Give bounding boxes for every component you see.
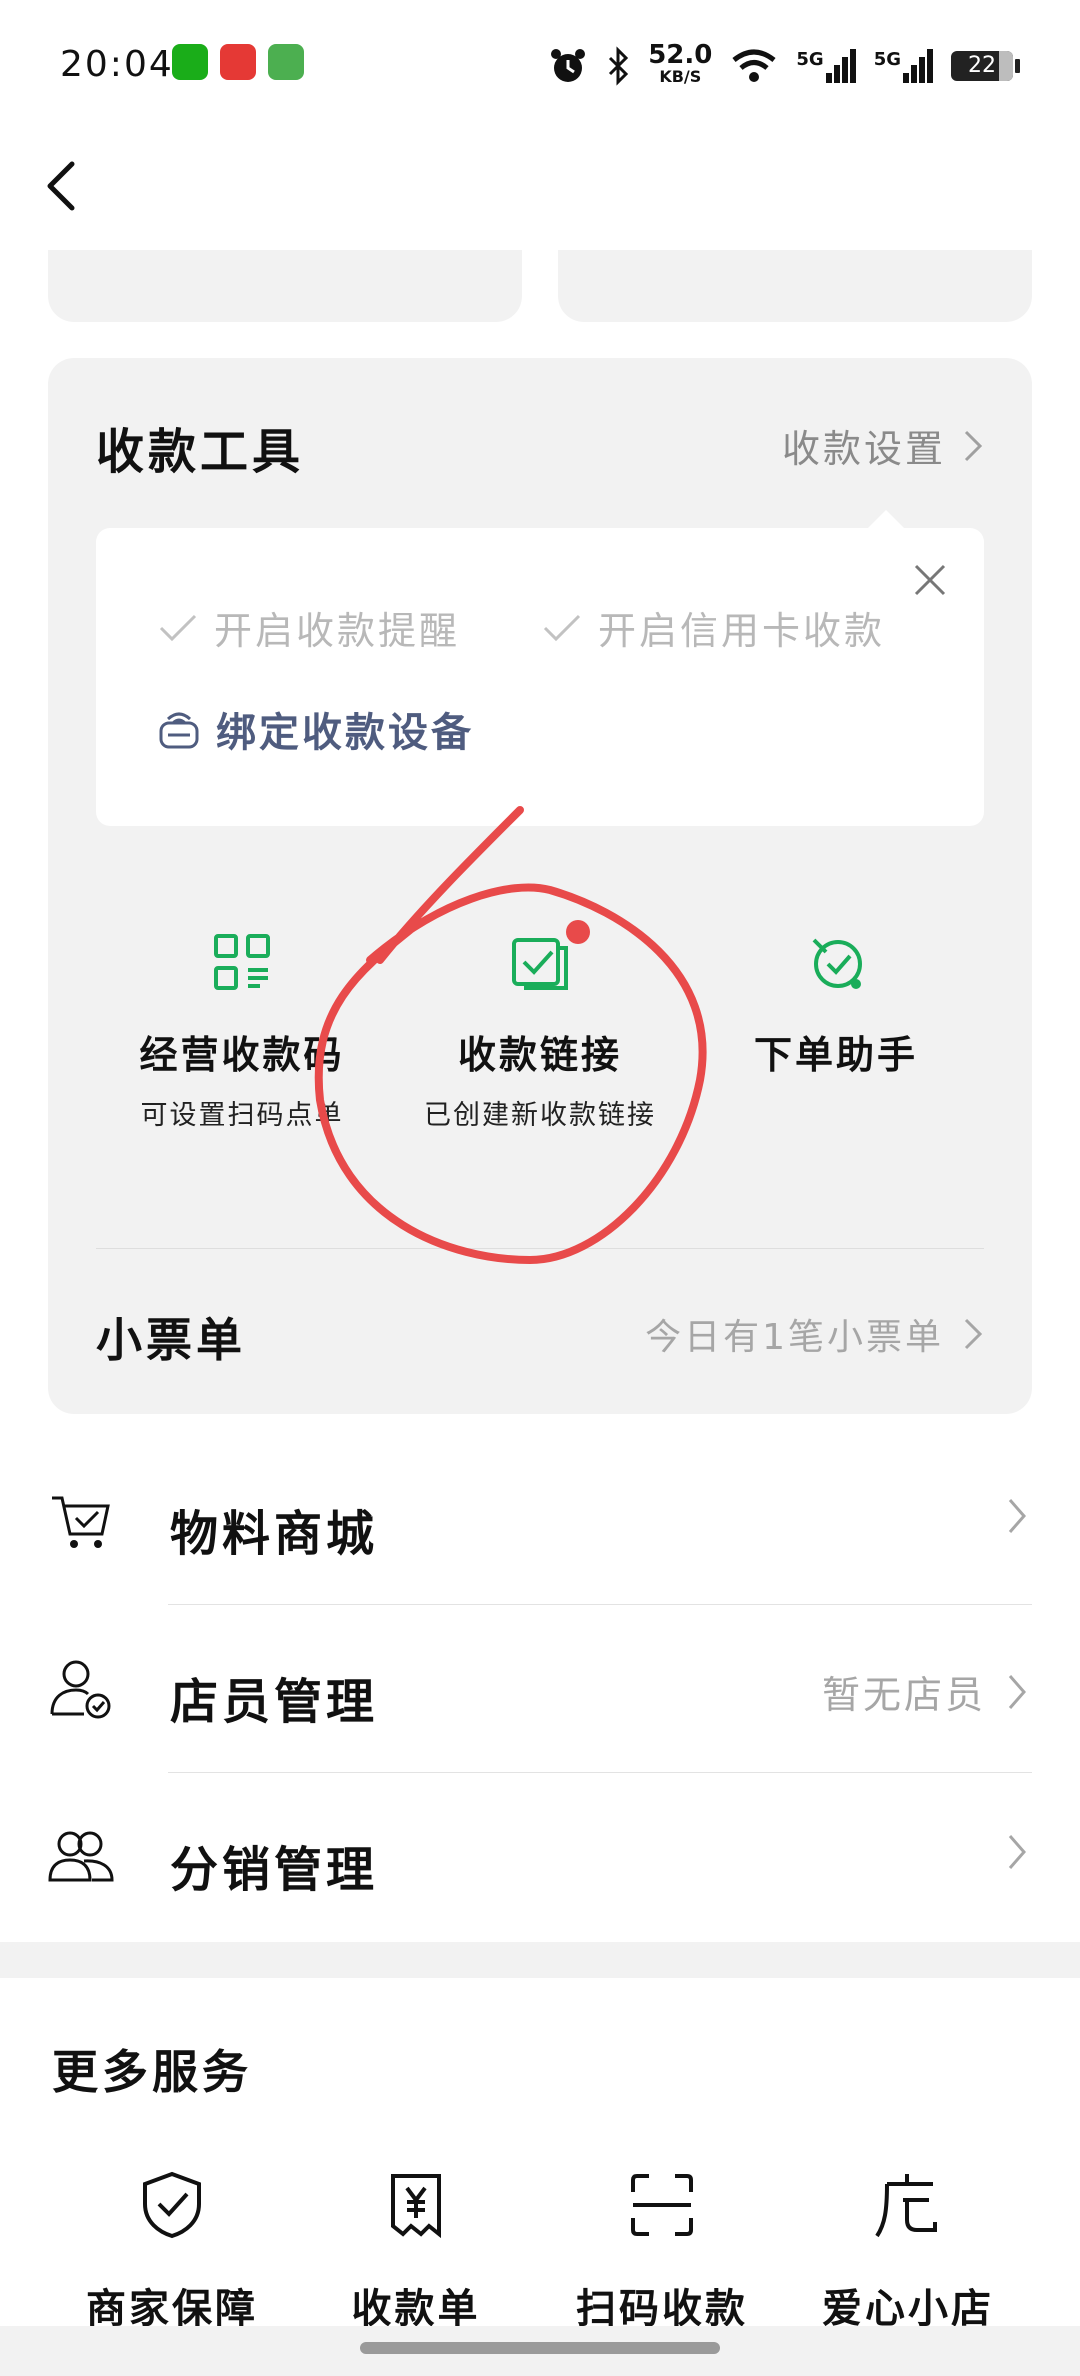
sim1-label: 5G: [796, 49, 824, 70]
row-label: 分销管理: [170, 1842, 379, 1898]
chevron-right-icon: [1008, 1674, 1026, 1709]
service-receipt[interactable]: 收款单: [316, 2170, 516, 2334]
alarm-icon: [551, 49, 586, 82]
home-indicator[interactable]: [360, 2342, 720, 2354]
message-icon: [268, 44, 304, 80]
row-value: 暂无店员: [821, 1673, 986, 1717]
status-icons: 52.0 KB/S 5G 5G 22: [548, 42, 1020, 90]
chevron-right-icon: [964, 1318, 983, 1350]
device-icon: [159, 712, 199, 749]
chevron-right-icon: [964, 430, 983, 461]
wifi-icon: [732, 49, 776, 82]
order-assistant-icon: [812, 938, 862, 989]
receipt-link[interactable]: 今日有1笔小票单: [645, 1308, 984, 1360]
network-speed: 52.0 KB/S: [648, 42, 712, 88]
partial-card-right[interactable]: [558, 250, 1032, 322]
tool-name: 下单助手: [753, 1033, 918, 1077]
group-icon: [48, 1831, 114, 1882]
tool-name: 经营收款码: [139, 1033, 345, 1077]
tool-subtitle: 可设置扫码点单: [140, 1100, 344, 1131]
signal-2-icon: 5G: [874, 49, 933, 83]
payment-settings-link[interactable]: 收款设置: [782, 418, 984, 473]
settings-popup: [96, 528, 984, 826]
tool-subtitle: 已创建新收款链接: [424, 1100, 656, 1131]
bind-device-label: 绑定收款设备: [216, 710, 474, 756]
bind-device-link[interactable]: 绑定收款设备: [158, 700, 474, 758]
sim2-label: 5G: [873, 49, 901, 70]
row-label: 物料商城: [170, 1506, 379, 1562]
payment-settings-label: 收款设置: [781, 427, 946, 471]
row-divider: [168, 1604, 1032, 1605]
chevron-right-icon: [1008, 1499, 1026, 1533]
chevron-right-icon: [1008, 1835, 1026, 1869]
tool-business-qr[interactable]: 经营收款码 可设置扫码点单: [92, 930, 392, 1132]
tool-name: 收款链接: [457, 1033, 622, 1077]
back-arrow-icon[interactable]: [42, 158, 82, 214]
new-badge-dot: [566, 920, 590, 944]
list-item-distribution-management[interactable]: [0, 1774, 1080, 1942]
partial-card-left[interactable]: [48, 250, 522, 322]
check-icon: [159, 614, 197, 641]
link-check-icon: [512, 938, 568, 990]
section-separator: [0, 1942, 1080, 1978]
tool-payment-link[interactable]: 收款链接 已创建新收款链接: [390, 930, 690, 1132]
service-scan-pay[interactable]: 扫码收款: [562, 2170, 762, 2334]
scan-icon: [631, 2174, 693, 2236]
battery-level: 22: [968, 53, 996, 78]
store-icon: [875, 2174, 937, 2238]
list-item-material-mall[interactable]: [0, 1440, 1080, 1608]
cloud-pay-icon: [220, 44, 256, 80]
signal-1-icon: 5G: [796, 49, 856, 83]
more-services-title: 更多服务: [52, 2045, 252, 2099]
option-reminder-label: 开启收款提醒: [214, 609, 461, 653]
option-credit-label: 开启信用卡收款: [598, 609, 886, 653]
cart-icon: [52, 1496, 110, 1548]
receipt-title: 小票单: [96, 1313, 246, 1367]
close-icon[interactable]: [910, 560, 950, 600]
service-charity-store[interactable]: 爱心小店: [808, 2170, 1008, 2334]
qr-code-icon: [214, 934, 270, 990]
receipt-note: 今日有1笔小票单: [645, 1317, 944, 1358]
popup-pointer: [866, 510, 906, 530]
battery-icon: 22: [951, 51, 1020, 81]
row-label: 店员管理: [170, 1674, 379, 1730]
check-icon: [543, 614, 581, 641]
shield-check-icon: [143, 2171, 201, 2239]
option-credit-card[interactable]: 开启信用卡收款: [542, 600, 885, 655]
wechat-icon: [172, 44, 208, 80]
yuan-receipt-icon: [391, 2174, 441, 2239]
option-payment-reminder[interactable]: 开启收款提醒: [158, 600, 460, 655]
tool-order-assistant[interactable]: 下单助手: [686, 930, 986, 1079]
bluetooth-icon: [609, 46, 629, 86]
service-merchant-protection[interactable]: 商家保障: [72, 2170, 272, 2334]
status-time: 20:04: [60, 44, 174, 85]
tools-divider: [96, 1248, 984, 1249]
tools-title: 收款工具: [96, 424, 305, 480]
staff-icon: [50, 1660, 111, 1719]
row-right: [1006, 1496, 1028, 1536]
row-divider: [168, 1772, 1032, 1773]
row-right: 暂无店员: [822, 1664, 1028, 1719]
row-right: [1006, 1832, 1028, 1872]
